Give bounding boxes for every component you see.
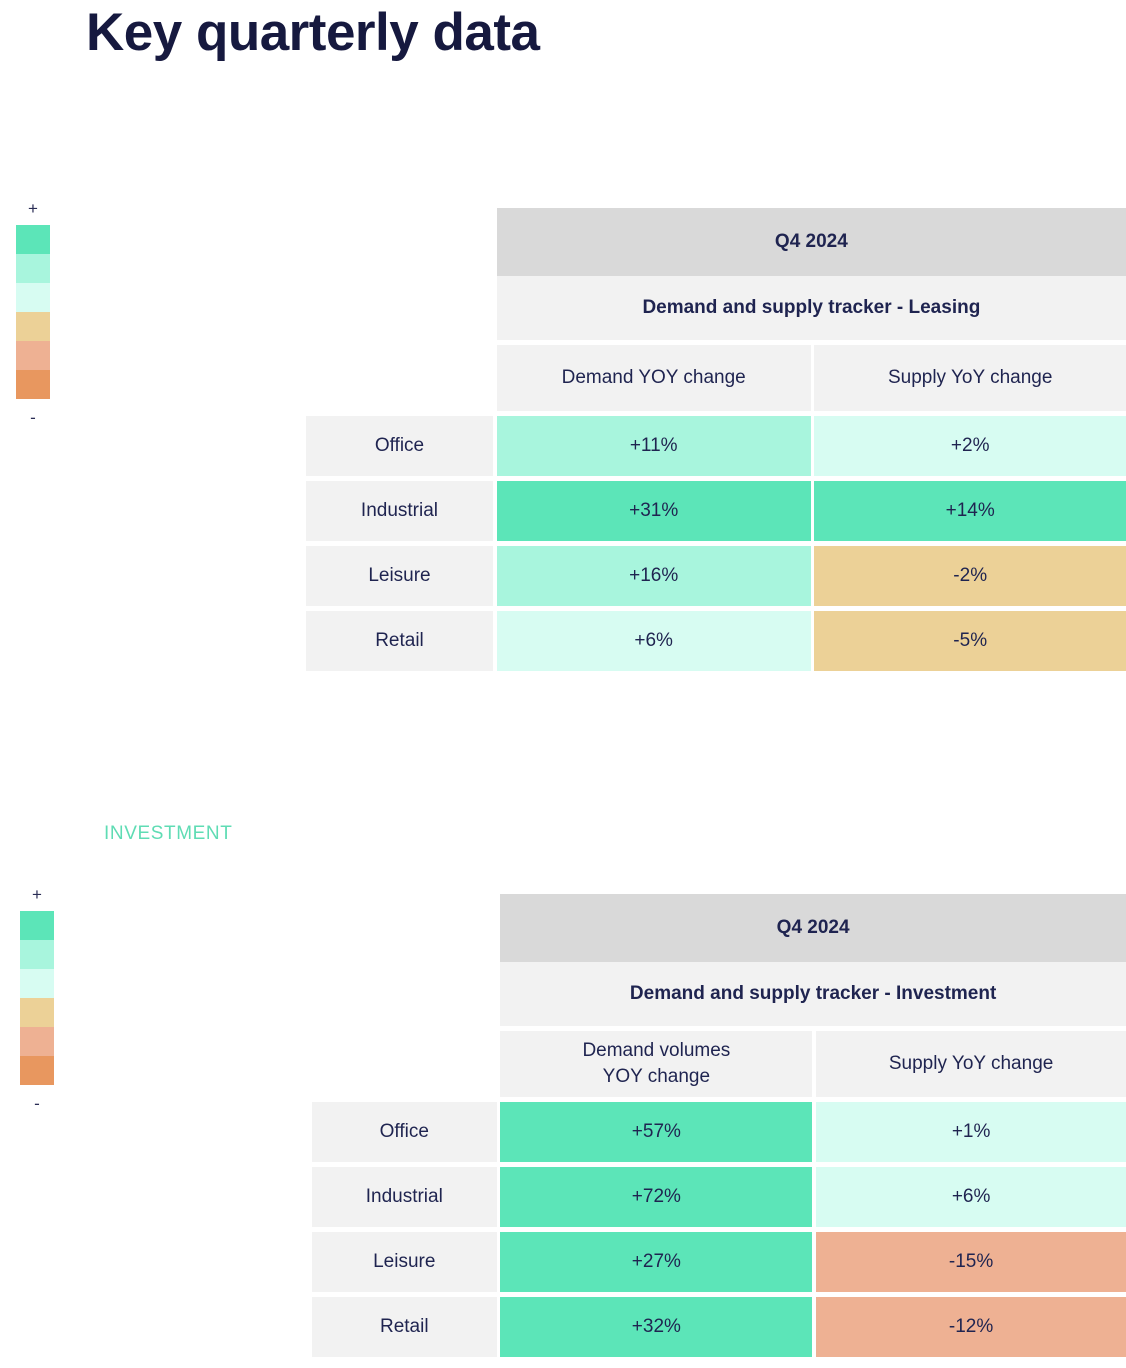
legend-swatch-4 xyxy=(20,1027,54,1056)
row-label-retail: Retail xyxy=(312,1297,497,1357)
legend-swatch-1 xyxy=(20,940,54,969)
label-column-spacer xyxy=(312,1031,497,1097)
label-column-spacer xyxy=(306,208,493,276)
table-subtitle: Demand and supply tracker - Leasing xyxy=(496,276,1126,340)
value-cell-demand: +32% xyxy=(500,1297,813,1357)
row-label-retail: Retail xyxy=(306,611,493,671)
legend-swatch-1 xyxy=(16,254,50,283)
value-cell-demand: +11% xyxy=(496,416,811,476)
legend-swatch-list xyxy=(16,225,50,399)
value-cell-demand: +57% xyxy=(500,1102,813,1162)
table-row: Office +11% +2% xyxy=(306,416,1126,476)
column-header-supply: Supply YoY change xyxy=(816,1031,1126,1097)
row-label-industrial: Industrial xyxy=(312,1167,497,1227)
legend-swatch-0 xyxy=(20,911,54,940)
column-header-row: Demand volumes YOY change Supply YoY chang… xyxy=(312,1031,1126,1097)
page-title: Key quarterly data xyxy=(86,3,540,62)
quarter-label: Q4 2024 xyxy=(500,894,1126,962)
table-row: Retail +32% -12% xyxy=(312,1297,1126,1357)
table-row: Retail +6% -5% xyxy=(306,611,1126,671)
legend-swatch-0 xyxy=(16,225,50,254)
legend-swatch-3 xyxy=(20,998,54,1027)
value-cell-demand: +6% xyxy=(496,611,811,671)
value-cell-supply: +6% xyxy=(816,1167,1126,1227)
legend-swatch-2 xyxy=(20,969,54,998)
minus-icon: - xyxy=(30,408,36,427)
quarter-band-row: Q4 2024 xyxy=(306,208,1126,276)
legend-swatch-2 xyxy=(16,283,50,312)
row-label-office: Office xyxy=(306,416,493,476)
table-subtitle: Demand and supply tracker - Investment xyxy=(500,962,1126,1026)
minus-icon: - xyxy=(34,1094,40,1113)
tracker-table-leasing: Q4 2024 Demand and supply tracker - Leasi… xyxy=(306,208,1126,671)
label-column-spacer xyxy=(306,345,493,411)
legend-swatch-5 xyxy=(20,1056,54,1085)
color-scale-legend-leasing: + - xyxy=(10,200,56,426)
table-row: Leisure +16% -2% xyxy=(306,546,1126,606)
value-cell-supply: +1% xyxy=(816,1102,1126,1162)
column-header-demand: Demand YOY change xyxy=(496,345,811,411)
value-cell-demand: +72% xyxy=(500,1167,813,1227)
value-cell-demand: +16% xyxy=(496,546,811,606)
label-column-spacer xyxy=(312,894,497,962)
legend-swatch-4 xyxy=(16,341,50,370)
value-cell-supply: +2% xyxy=(814,416,1126,476)
column-header-demand: Demand volumes YOY change xyxy=(500,1031,813,1097)
row-label-office: Office xyxy=(312,1102,497,1162)
column-header-row: Demand YOY change Supply YoY change xyxy=(306,345,1126,411)
plus-icon: + xyxy=(32,885,42,904)
value-cell-supply: -12% xyxy=(816,1297,1126,1357)
value-cell-supply: +14% xyxy=(814,481,1126,541)
value-cell-demand: +31% xyxy=(496,481,811,541)
column-header-supply: Supply YoY change xyxy=(814,345,1126,411)
quarter-band-row: Q4 2024 xyxy=(312,894,1126,962)
label-column-spacer xyxy=(306,276,493,340)
table-row: Industrial +72% +6% xyxy=(312,1167,1126,1227)
table-row: Industrial +31% +14% xyxy=(306,481,1126,541)
row-label-leisure: Leisure xyxy=(306,546,493,606)
row-label-leisure: Leisure xyxy=(312,1232,497,1292)
table-row: Leisure +27% -15% xyxy=(312,1232,1126,1292)
label-column-spacer xyxy=(312,962,497,1026)
legend-swatch-3 xyxy=(16,312,50,341)
section-kicker-investment: INVESTMENT xyxy=(104,823,233,844)
subtitle-band-row: Demand and supply tracker - Investment xyxy=(312,962,1126,1026)
tracker-table-investment: Q4 2024 Demand and supply tracker - Inves… xyxy=(312,894,1126,1357)
subtitle-band-row: Demand and supply tracker - Leasing xyxy=(306,276,1126,340)
legend-swatch-list xyxy=(20,911,54,1085)
value-cell-supply: -15% xyxy=(816,1232,1126,1292)
color-scale-legend-investment: + - xyxy=(14,886,60,1112)
quarter-label: Q4 2024 xyxy=(496,208,1126,276)
value-cell-demand: +27% xyxy=(500,1232,813,1292)
table-row: Office +57% +1% xyxy=(312,1102,1126,1162)
value-cell-supply: -2% xyxy=(814,546,1126,606)
legend-swatch-5 xyxy=(16,370,50,399)
value-cell-supply: -5% xyxy=(814,611,1126,671)
plus-icon: + xyxy=(28,199,38,218)
row-label-industrial: Industrial xyxy=(306,481,493,541)
